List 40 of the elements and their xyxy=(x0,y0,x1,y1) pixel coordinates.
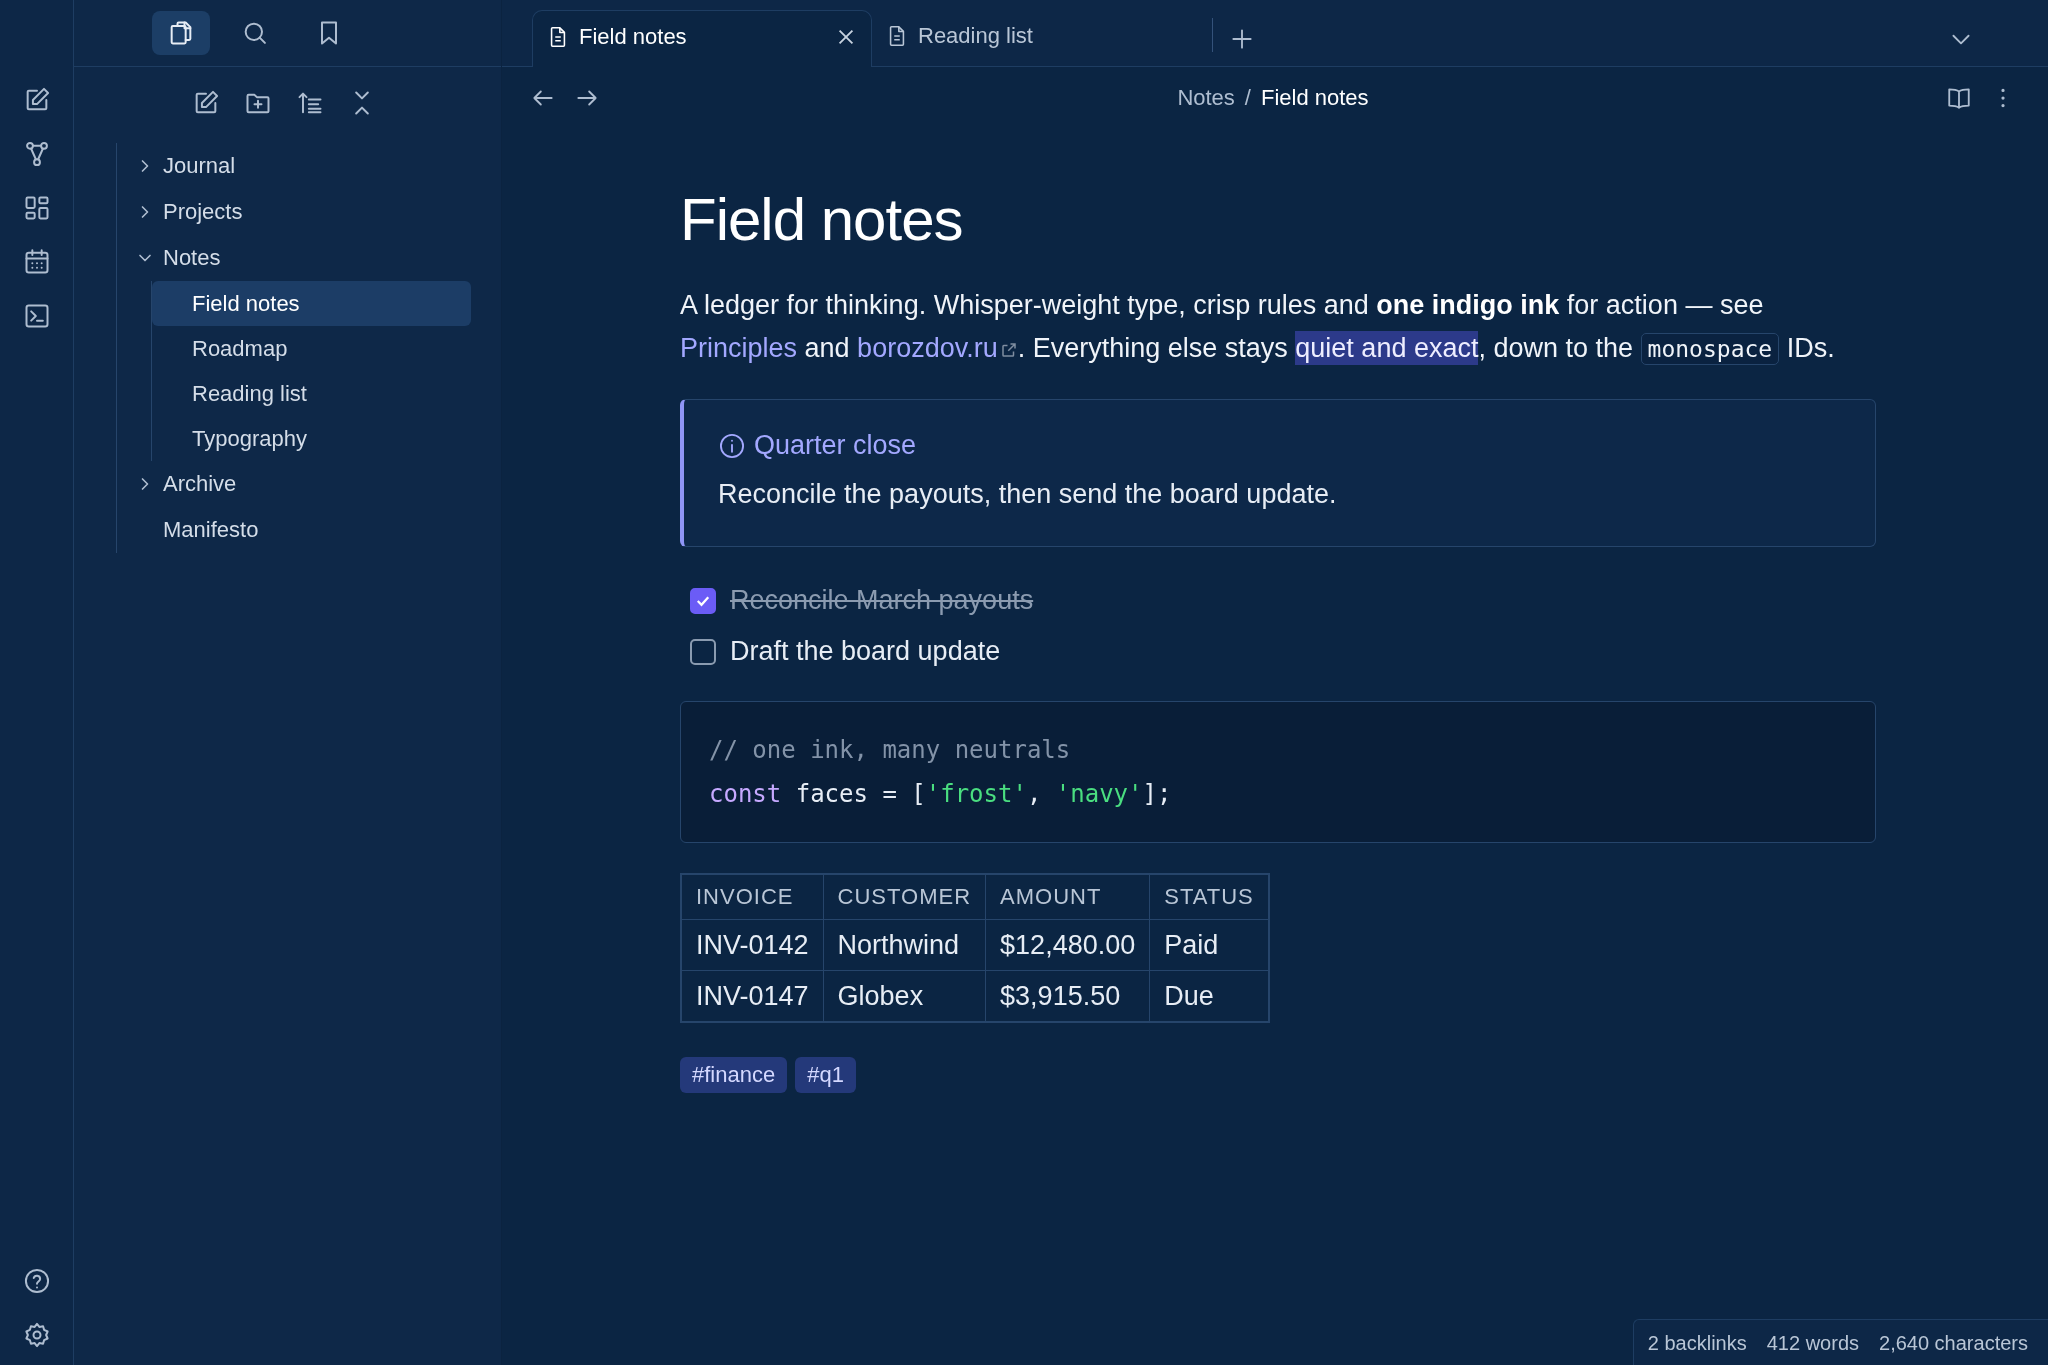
tab[interactable]: Reading list xyxy=(872,10,1212,66)
code-line: const faces = ['frost', 'navy']; xyxy=(709,779,1173,810)
code-line: // one ink, many neutrals xyxy=(709,735,1072,766)
callout-title: Quarter close xyxy=(754,430,917,461)
column-header: AMOUNT xyxy=(985,874,1150,920)
external-link[interactable]: borozdov.ru xyxy=(857,333,1018,363)
status-item: 2 backlinks xyxy=(1647,1332,1747,1355)
status-item: 2,640 characters xyxy=(1879,1332,2028,1355)
file-item[interactable]: Typography xyxy=(152,416,471,461)
tab[interactable]: Field notes xyxy=(532,10,872,67)
checkbox[interactable] xyxy=(690,638,716,665)
tag[interactable]: #q1 xyxy=(795,1057,856,1093)
callout-text: Reconcile the payouts, then send the board update. xyxy=(718,479,1338,510)
external-link-icon xyxy=(999,341,1018,359)
folder-item[interactable]: Manifesto xyxy=(131,507,471,553)
breadcrumb-separator: / xyxy=(1244,85,1251,111)
files-icon[interactable] xyxy=(152,11,210,55)
note-title: Field notes xyxy=(680,185,964,254)
paragraph: A ledger for thinking. Whisper-weight type, crisp rules and one indigo ink for action — see Principles and borozdov.ru . Everything else stays quiet and exact, down to the monospace IDs. xyxy=(680,289,1836,367)
table-cell: INV-0142 xyxy=(681,919,824,971)
breadcrumb-item[interactable]: Field notes xyxy=(1261,85,1369,111)
tag[interactable]: #finance xyxy=(680,1057,788,1093)
file-item[interactable]: Roadmap xyxy=(152,326,471,371)
folder-item[interactable]: Notes xyxy=(131,235,471,281)
table-cell: Northwind xyxy=(823,919,986,971)
column-header: CUSTOMER xyxy=(823,874,986,920)
column-header: INVOICE xyxy=(681,874,824,920)
link[interactable]: Principles xyxy=(680,333,798,363)
checkbox[interactable] xyxy=(690,587,716,614)
status-item: 412 words xyxy=(1766,1332,1859,1355)
breadcrumb-item[interactable]: Notes xyxy=(1177,85,1235,111)
file-item[interactable]: Field notes xyxy=(152,281,471,326)
task-text: Reconcile March payouts xyxy=(730,585,1034,616)
folder-item[interactable]: Journal xyxy=(131,143,471,189)
task-text: Draft the board update xyxy=(730,636,1001,667)
folder-item[interactable]: Projects xyxy=(131,189,471,235)
folder-item[interactable]: Archive xyxy=(131,461,471,507)
table-cell: $12,480.00 xyxy=(985,919,1150,971)
info-icon xyxy=(718,431,746,460)
file-item[interactable]: Reading list xyxy=(152,371,471,416)
